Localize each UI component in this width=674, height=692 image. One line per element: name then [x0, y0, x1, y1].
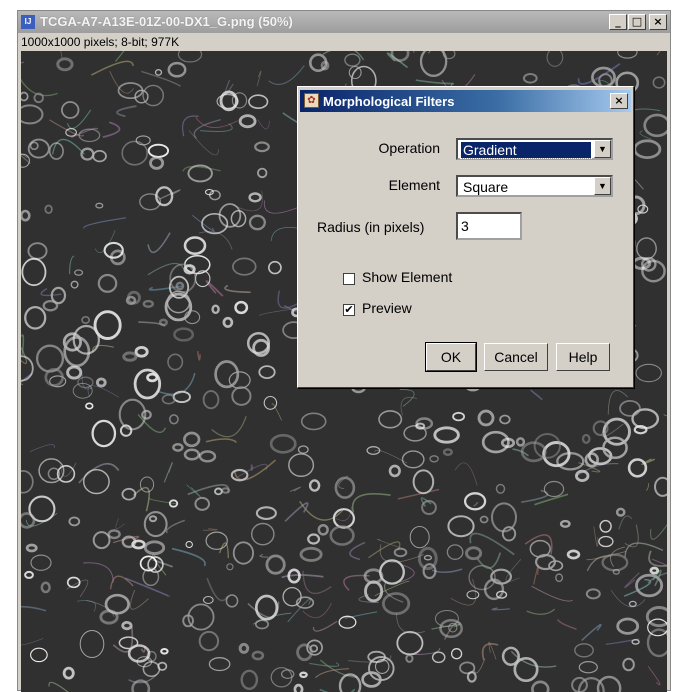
ok-button[interactable]: OK	[425, 342, 477, 372]
element-label: Element	[388, 177, 440, 193]
operation-value: Gradient	[460, 141, 592, 159]
window-titlebar[interactable]: IJ TCGA-A7-A13E-01Z-00-DX1_G.png (50%) _…	[18, 11, 670, 33]
morphological-filters-dialog: ✿ Morphological Filters × Operation Grad…	[297, 86, 634, 388]
window-title: TCGA-A7-A13E-01Z-00-DX1_G.png (50%)	[40, 14, 293, 29]
show-element-label: Show Element	[362, 269, 453, 285]
element-select[interactable]: Square ▼	[456, 175, 613, 197]
radius-label: Radius (in pixels)	[317, 219, 425, 235]
imagej-icon: IJ	[21, 15, 35, 29]
element-value: Square	[463, 179, 509, 195]
cancel-button[interactable]: Cancel	[484, 343, 548, 371]
image-info: 1000x1000 pixels; 8-bit; 977K	[21, 35, 180, 49]
help-button[interactable]: Help	[556, 343, 610, 371]
radius-input[interactable]: 3	[456, 212, 522, 240]
preview-label: Preview	[362, 300, 412, 316]
dialog-close-button[interactable]: ×	[610, 93, 628, 109]
minimize-button[interactable]: _	[609, 14, 627, 30]
operation-label: Operation	[378, 140, 440, 156]
dialog-title: Morphological Filters	[323, 94, 455, 109]
plugin-icon: ✿	[304, 93, 319, 108]
preview-checkbox[interactable]: ✔	[343, 304, 355, 316]
maximize-button[interactable]: □	[628, 14, 646, 30]
dialog-titlebar[interactable]: ✿ Morphological Filters ×	[300, 90, 631, 112]
close-button[interactable]: ×	[649, 14, 667, 30]
operation-select[interactable]: Gradient ▼	[456, 138, 613, 160]
chevron-down-icon[interactable]: ▼	[594, 140, 611, 158]
show-element-checkbox[interactable]	[343, 273, 355, 285]
chevron-down-icon[interactable]: ▼	[594, 177, 611, 195]
